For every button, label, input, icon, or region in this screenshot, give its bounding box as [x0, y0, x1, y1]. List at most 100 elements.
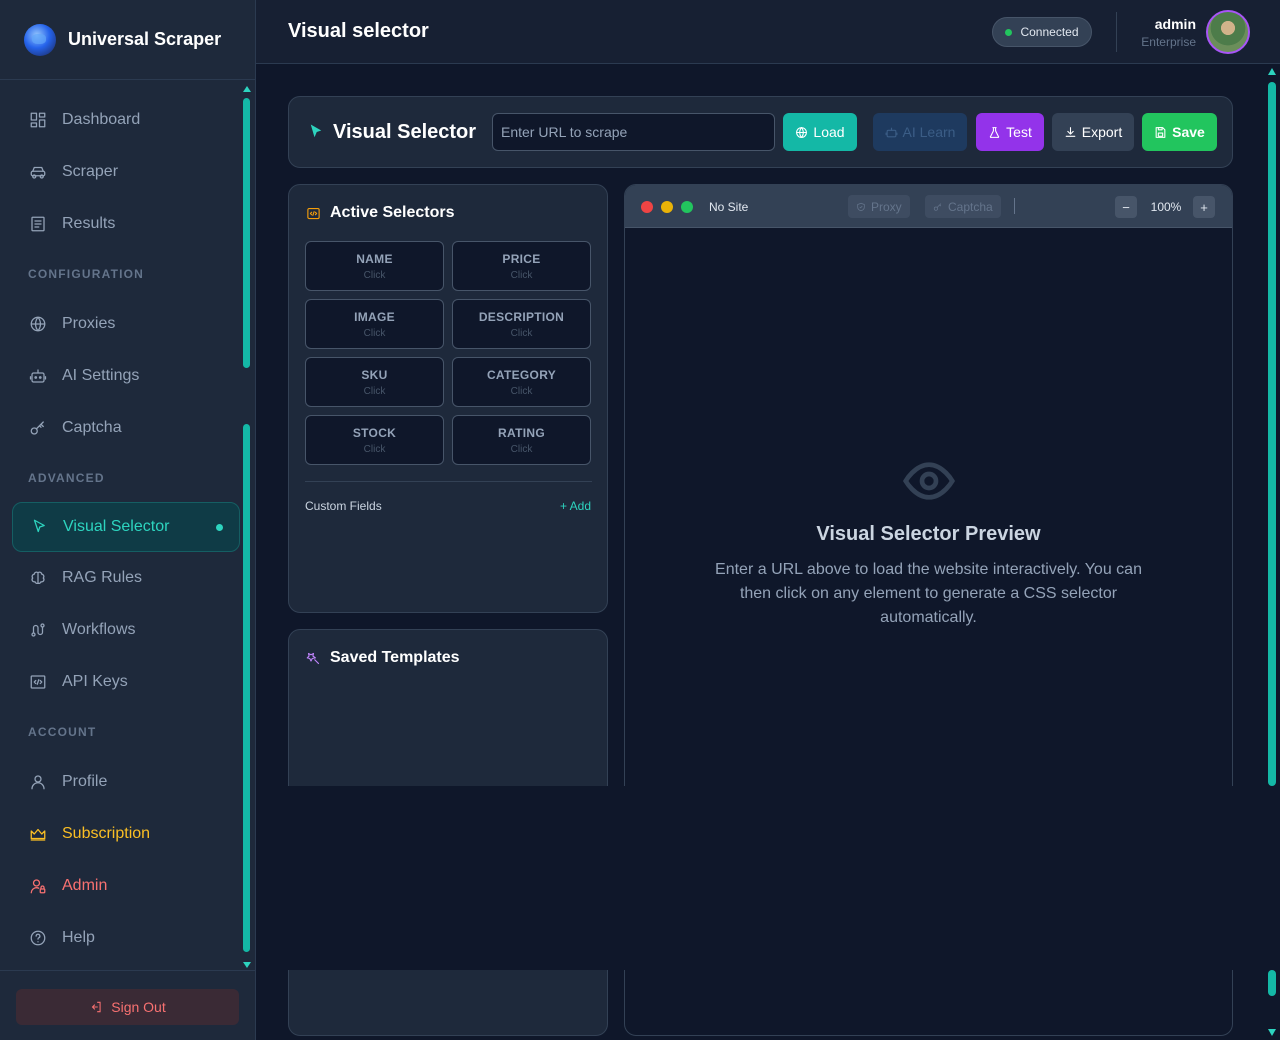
section-label-configuration: CONFIGURATION: [28, 267, 145, 281]
sidebar-item-profile[interactable]: Profile: [12, 756, 240, 808]
sidebar-item-visual-selector[interactable]: Visual Selector: [12, 502, 240, 552]
selector-field-category[interactable]: CATEGORY Click: [452, 357, 591, 407]
sidebar-footer: Sign Out: [0, 970, 256, 1040]
selector-field-description[interactable]: DESCRIPTION Click: [452, 299, 591, 349]
saved-templates-header: Saved Templates: [306, 649, 460, 667]
add-custom-field-button[interactable]: + Add: [560, 499, 591, 513]
sidebar-item-subscription[interactable]: Subscription: [12, 808, 240, 860]
main-scrollbar[interactable]: [1266, 66, 1278, 1040]
brand[interactable]: Universal Scraper: [0, 0, 255, 80]
robot-icon: [28, 366, 48, 386]
cursor-pointer-icon: [29, 517, 49, 537]
selector-field-stock[interactable]: STOCK Click: [305, 415, 444, 465]
sidebar-item-label: Captcha: [62, 419, 122, 436]
robot-icon: [885, 127, 897, 137]
document-list-icon: [28, 214, 48, 234]
scrollbar-thumb-lower[interactable]: [1268, 970, 1276, 996]
user-name: admin: [1154, 16, 1196, 32]
load-button[interactable]: Load: [783, 113, 857, 151]
test-button[interactable]: Test: [976, 113, 1044, 151]
user-menu[interactable]: admin Enterprise: [1141, 16, 1196, 49]
zoom-in-button[interactable]: +: [1193, 196, 1215, 218]
sidebar-item-proxies[interactable]: Proxies: [12, 298, 240, 350]
globe-icon: [28, 314, 48, 334]
selector-field-name[interactable]: NAME Click: [305, 241, 444, 291]
user-role: Enterprise: [1141, 35, 1196, 49]
key-icon: [933, 202, 942, 211]
globe-icon: [796, 126, 808, 138]
empty-state-title: Visual Selector Preview: [816, 523, 1041, 545]
eye-icon: [901, 453, 957, 509]
ai-learn-label: AI Learn: [902, 124, 956, 140]
saved-templates-title: Saved Templates: [330, 649, 460, 666]
sign-out-label: Sign Out: [111, 999, 166, 1015]
sidebar-item-api-keys[interactable]: API Keys: [12, 656, 240, 708]
custom-fields-label: Custom Fields: [305, 499, 382, 513]
selector-field-hint: Click: [510, 269, 533, 281]
url-input[interactable]: [492, 113, 775, 151]
selector-field-label: RATING: [498, 425, 545, 440]
zoom-out-button[interactable]: −: [1115, 196, 1137, 218]
selector-field-label: NAME: [356, 251, 393, 266]
sidebar-item-dashboard[interactable]: Dashboard: [12, 94, 240, 146]
top-header: Visual selector Connected admin Enterpri…: [256, 0, 1280, 64]
code-window-icon: [28, 672, 48, 692]
avatar[interactable]: [1206, 10, 1250, 54]
help-circle-icon: [28, 928, 48, 948]
sidebar-scrollbar[interactable]: [242, 84, 252, 970]
scroll-down-arrow-icon[interactable]: [1268, 1029, 1276, 1036]
export-button[interactable]: Export: [1052, 113, 1134, 151]
sidebar-item-ai-settings[interactable]: AI Settings: [12, 350, 240, 402]
browser-bar: No Site Proxy Captcha − 100% +: [625, 185, 1232, 228]
header-divider: [1116, 12, 1117, 52]
sidebar-item-label: AI Settings: [62, 367, 140, 384]
sign-out-button[interactable]: Sign Out: [16, 989, 239, 1025]
selector-field-hint: Click: [510, 443, 533, 455]
selector-field-label: CATEGORY: [486, 367, 557, 382]
globe-logo-icon: [24, 23, 56, 56]
scroll-down-arrow-icon[interactable]: [243, 962, 251, 968]
brand-name: Universal Scraper: [68, 29, 222, 49]
proxy-toggle[interactable]: Proxy: [848, 195, 910, 218]
page-title: Visual selector: [288, 20, 429, 42]
preview-empty-state: Visual Selector Preview Enter a URL abov…: [625, 453, 1232, 630]
ai-learn-button[interactable]: AI Learn: [873, 113, 967, 151]
selector-field-hint: Click: [363, 443, 386, 455]
sidebar-item-workflows[interactable]: Workflows: [12, 604, 240, 656]
selector-field-label: DESCRIPTION: [478, 309, 565, 324]
sidebar-item-label: Workflows: [62, 621, 136, 638]
sidebar-nav: Dashboard Scraper Results CONFIGURATION …: [12, 94, 240, 964]
visual-selector-toolbar: Visual Selector Load AI Learn Test Expor…: [288, 96, 1233, 168]
captcha-toggle[interactable]: Captcha: [925, 195, 1001, 218]
sidebar-item-scraper[interactable]: Scraper: [12, 146, 240, 198]
scroll-up-arrow-icon[interactable]: [1268, 68, 1276, 75]
sidebar-item-label: Proxies: [62, 315, 116, 332]
selector-field-hint: Click: [363, 385, 386, 397]
sidebar-item-rag-rules[interactable]: RAG Rules: [12, 552, 240, 604]
scrollbar-thumb[interactable]: [243, 98, 250, 368]
sidebar-item-captcha[interactable]: Captcha: [12, 402, 240, 454]
scroll-up-arrow-icon[interactable]: [243, 86, 251, 92]
dashboard-icon: [28, 110, 48, 130]
selector-field-image[interactable]: IMAGE Click: [305, 299, 444, 349]
sidebar-item-results[interactable]: Results: [12, 198, 240, 250]
selector-field-price[interactable]: PRICE Click: [452, 241, 591, 291]
sidebar-item-label: Dashboard: [62, 111, 141, 128]
cursor-pointer-icon: [307, 123, 325, 141]
save-icon: [1155, 126, 1166, 138]
sidebar-item-help[interactable]: Help: [12, 912, 240, 964]
selector-field-rating[interactable]: RATING Click: [452, 415, 591, 465]
user-icon: [28, 772, 48, 792]
download-icon: [1065, 126, 1076, 137]
window-minimize-dot: [661, 201, 673, 213]
scrollbar-thumb[interactable]: [1268, 82, 1276, 786]
scrollbar-thumb-secondary[interactable]: [243, 424, 250, 952]
sidebar-item-label: Help: [62, 929, 95, 946]
selector-field-sku[interactable]: SKU Click: [305, 357, 444, 407]
status-label: Connected: [1020, 25, 1079, 39]
code-window-icon: [307, 207, 320, 219]
sidebar-item-admin[interactable]: Admin: [12, 860, 240, 912]
shield-icon: [857, 202, 865, 211]
workflow-icon: [28, 620, 48, 640]
save-button[interactable]: Save: [1142, 113, 1217, 151]
